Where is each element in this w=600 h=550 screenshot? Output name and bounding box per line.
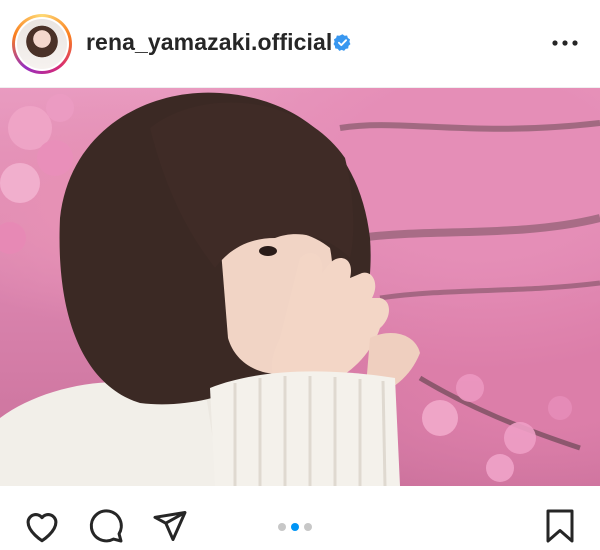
avatar-story-ring[interactable] [12,14,72,74]
heart-icon [26,513,58,543]
post-actions-bar [0,486,600,550]
carousel-indicator [278,523,312,531]
post-header: rena_yamazaki.official [0,0,600,88]
verified-badge-icon [333,34,351,51]
share-button[interactable] [150,506,190,546]
username-link[interactable]: rena_yamazaki.official [86,29,332,56]
bookmark-icon [546,509,574,543]
more-dots-icon [552,40,578,46]
post-photo[interactable] [0,88,600,486]
photo-illustration [0,92,600,486]
comment-button[interactable] [86,506,126,546]
carousel-dot-active [291,523,299,531]
carousel-dot [304,523,312,531]
save-button[interactable] [540,506,580,546]
comment-bubble-icon [89,509,123,543]
like-button[interactable] [22,506,62,546]
paper-plane-icon [153,511,187,541]
avatar[interactable] [17,19,67,69]
avatar-frame [15,17,69,71]
carousel-dot [278,523,286,531]
more-options-button[interactable] [548,28,582,58]
